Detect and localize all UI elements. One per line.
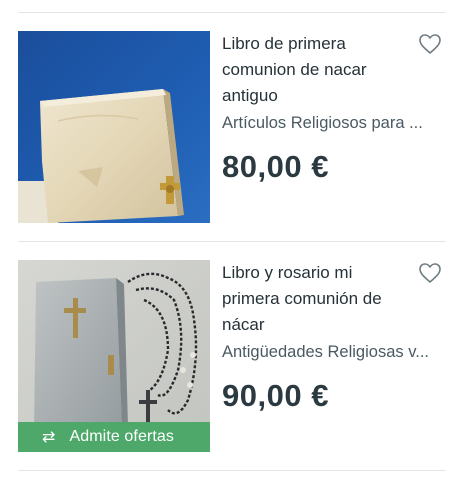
listing-card[interactable]: ⇄ Admite ofertas Libro y rosario mi prim… <box>18 260 446 452</box>
listing-price: 90,00 € <box>222 378 329 413</box>
heart-outline-icon[interactable] <box>418 262 442 284</box>
title-line: Libro de primera <box>222 34 346 53</box>
title-line: comunion de nacar <box>222 60 367 79</box>
title-line: antiguo <box>222 86 278 105</box>
divider <box>18 241 446 242</box>
title-line: primera comunión de <box>222 289 382 308</box>
heart-outline-icon[interactable] <box>418 33 442 55</box>
offers-badge: ⇄ Admite ofertas <box>18 422 210 452</box>
title-line: Libro y rosario mi <box>222 263 353 282</box>
listing-price: 80,00 € <box>222 149 329 184</box>
swap-arrows-icon: ⇄ <box>41 429 56 446</box>
listing-photo[interactable]: ⇄ Admite ofertas <box>18 260 210 452</box>
listing-title[interactable]: Libro y rosario mi primera comunión de n… <box>222 260 414 338</box>
photo-prayer-book <box>18 31 210 223</box>
title-line: nácar <box>222 315 265 334</box>
listing-info: Libro y rosario mi primera comunión de n… <box>222 260 446 414</box>
listing-title[interactable]: Libro de primera comunion de nacar antig… <box>222 31 414 109</box>
divider <box>18 12 446 13</box>
listing-info: Libro de primera comunion de nacar antig… <box>222 31 446 185</box>
listing-category: Artículos Religiosos para ... <box>222 114 423 132</box>
listing-card[interactable]: Libro de primera comunion de nacar antig… <box>18 31 446 223</box>
listing-feed: Libro de primera comunion de nacar antig… <box>0 0 464 480</box>
offers-badge-label: Admite ofertas <box>69 428 175 445</box>
divider <box>18 470 446 471</box>
listing-category: Antigüedades Religiosas v... <box>222 343 429 361</box>
listing-photo[interactable] <box>18 31 210 223</box>
